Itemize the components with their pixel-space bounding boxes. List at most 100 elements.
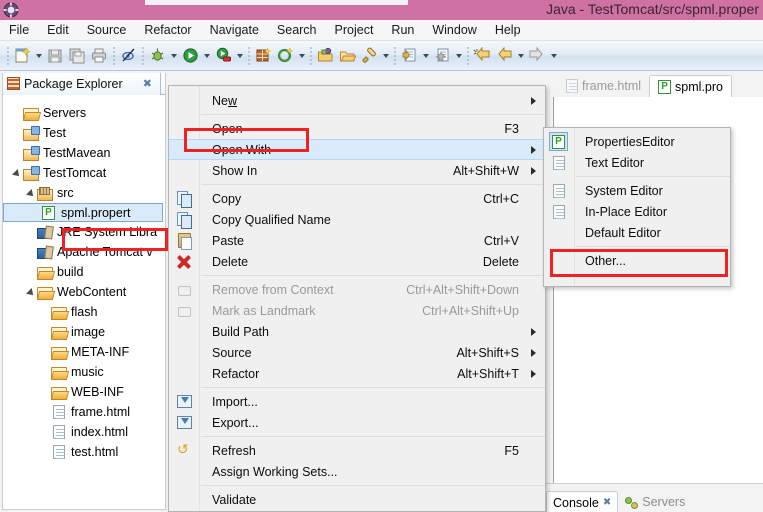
tab-servers[interactable]: Servers <box>618 491 691 512</box>
tab-console[interactable]: Console ✖ <box>546 491 619 512</box>
run-dropdown-arrow[interactable] <box>201 45 212 67</box>
menu-item-paste[interactable]: Paste Ctrl+V <box>169 230 545 251</box>
print-icon[interactable] <box>88 45 110 67</box>
tree-item-frame-html[interactable]: frame.html <box>3 402 165 422</box>
menu-item-validate[interactable]: Validate <box>169 489 545 510</box>
open-with-submenu[interactable]: P PropertiesEditor Text Editor System Ed… <box>543 127 731 287</box>
menu-source[interactable]: Source <box>78 21 136 39</box>
tree-item-jre-system-library[interactable]: JRE System Libra <box>3 222 165 242</box>
chevron-right-icon[interactable] <box>11 103 22 123</box>
debug-dropdown-arrow[interactable] <box>168 45 179 67</box>
package-explorer-tab[interactable]: Package Explorer ✖ <box>3 72 165 95</box>
tree-item-test-html[interactable]: test.html <box>3 442 165 462</box>
submenu-item-properties-editor[interactable]: P PropertiesEditor <box>544 131 730 152</box>
menu-search[interactable]: Search <box>268 21 326 39</box>
previous-annotation-dropdown-arrow[interactable] <box>453 45 464 67</box>
chevron-right-icon[interactable] <box>39 342 50 362</box>
tree-item-meta-inf[interactable]: META-INF <box>3 342 165 362</box>
menu-project[interactable]: Project <box>326 21 383 39</box>
submenu-item-default-editor[interactable]: Default Editor <box>544 222 730 243</box>
chevron-down-icon[interactable] <box>25 282 36 302</box>
chevron-down-icon[interactable] <box>25 183 36 203</box>
menu-item-delete[interactable]: Delete Delete <box>169 251 545 272</box>
menu-item-export[interactable]: Export... <box>169 412 545 433</box>
new-class-dropdown-arrow[interactable] <box>296 45 307 67</box>
previous-annotation-icon[interactable] <box>431 45 453 67</box>
search-icon[interactable] <box>358 45 380 67</box>
menu-item-show-in[interactable]: Show In Alt+Shift+W <box>169 160 545 181</box>
menu-edit[interactable]: Edit <box>38 21 78 39</box>
tree-item-flash[interactable]: flash <box>3 302 165 322</box>
forward-dropdown-arrow[interactable] <box>548 45 559 67</box>
tree-item-spml-properties[interactable]: P spml.propert <box>3 203 163 222</box>
tree-item-src[interactable]: src <box>3 183 165 203</box>
new-java-class-icon[interactable] <box>274 45 296 67</box>
forward-icon[interactable] <box>526 45 548 67</box>
menu-refactor[interactable]: Refactor <box>135 21 200 39</box>
back-icon[interactable] <box>493 45 515 67</box>
next-annotation-icon[interactable] <box>398 45 420 67</box>
menu-item-open[interactable]: Open F3 <box>169 118 545 139</box>
chevron-down-icon[interactable] <box>11 163 22 183</box>
menu-item-new[interactable]: New <box>169 90 545 111</box>
menu-item-refactor[interactable]: Refactor Alt+Shift+T <box>169 363 545 384</box>
run-external-tools-icon[interactable] <box>212 45 234 67</box>
tree-item-testtomcat[interactable]: TestTomcat <box>3 163 165 183</box>
tree-item-testmavean[interactable]: TestMavean <box>3 143 165 163</box>
tree-item-image[interactable]: image <box>3 322 165 342</box>
chevron-right-icon[interactable] <box>11 143 22 163</box>
tree-item-servers[interactable]: Servers <box>3 103 165 123</box>
editor-tab-spml-properties[interactable]: P spml.pro <box>649 75 732 97</box>
debug-icon[interactable] <box>146 45 168 67</box>
tree-item-test[interactable]: Test <box>3 123 165 143</box>
chevron-right-icon[interactable] <box>39 382 50 402</box>
submenu-item-text-editor[interactable]: Text Editor <box>544 152 730 173</box>
chevron-right-icon[interactable] <box>39 362 50 382</box>
chevron-right-icon[interactable] <box>39 302 50 322</box>
menu-file[interactable]: File <box>0 21 38 39</box>
toggle-mark-occurrences-icon[interactable] <box>117 45 139 67</box>
tree-item-index-html[interactable]: index.html <box>3 422 165 442</box>
context-menu[interactable]: New Open F3 Open With Show In Alt+Shift+… <box>168 85 546 512</box>
new-wizard-icon[interactable] <box>11 45 33 67</box>
submenu-item-in-place-editor[interactable]: In-Place Editor <box>544 201 730 222</box>
last-edit-location-icon[interactable] <box>471 45 493 67</box>
chevron-right-icon[interactable] <box>39 322 50 342</box>
save-icon[interactable] <box>44 45 66 67</box>
save-all-icon[interactable] <box>66 45 88 67</box>
menu-item-build-path[interactable]: Build Path <box>169 321 545 342</box>
tree-item-web-inf[interactable]: WEB-INF <box>3 382 165 402</box>
menu-help[interactable]: Help <box>486 21 530 39</box>
menu-item-assign-working-sets[interactable]: Assign Working Sets... <box>169 461 545 482</box>
menu-window[interactable]: Window <box>423 21 485 39</box>
menu-item-open-with[interactable]: Open With <box>169 139 545 160</box>
submenu-item-system-editor[interactable]: System Editor <box>544 180 730 201</box>
tree-item-apache-tomcat[interactable]: Apache Tomcat v <box>3 242 165 262</box>
editor-tab-frame-html[interactable]: frame.html <box>558 75 650 97</box>
external-tools-dropdown-arrow[interactable] <box>234 45 245 67</box>
tree-item-build[interactable]: build <box>3 262 165 282</box>
open-type-icon[interactable] <box>314 45 336 67</box>
open-task-icon[interactable] <box>336 45 358 67</box>
chevron-right-icon[interactable] <box>11 123 22 143</box>
menu-run[interactable]: Run <box>382 21 423 39</box>
back-dropdown-arrow[interactable] <box>515 45 526 67</box>
menu-item-copy-qualified-name[interactable]: Copy Qualified Name <box>169 209 545 230</box>
menu-item-import[interactable]: Import... <box>169 391 545 412</box>
menu-item-source[interactable]: Source Alt+Shift+S <box>169 342 545 363</box>
search-dropdown-arrow[interactable] <box>380 45 391 67</box>
run-icon[interactable] <box>179 45 201 67</box>
tree-item-webcontent[interactable]: WebContent <box>3 282 165 302</box>
menu-item-refresh[interactable]: ↺ Refresh F5 <box>169 440 545 461</box>
close-icon[interactable]: ✖ <box>603 497 611 508</box>
chevron-right-icon[interactable] <box>25 222 36 242</box>
menu-item-copy[interactable]: Copy Ctrl+C <box>169 188 545 209</box>
new-wizard-dropdown-arrow[interactable] <box>33 45 44 67</box>
chevron-right-icon[interactable] <box>25 242 36 262</box>
next-annotation-dropdown-arrow[interactable] <box>420 45 431 67</box>
tree-item-music[interactable]: music <box>3 362 165 382</box>
menu-navigate[interactable]: Navigate <box>201 21 268 39</box>
new-java-package-icon[interactable] <box>252 45 274 67</box>
project-tree[interactable]: Servers Test TestMavean TestTomcat src P… <box>3 96 165 508</box>
close-icon[interactable]: ✖ <box>143 77 152 90</box>
